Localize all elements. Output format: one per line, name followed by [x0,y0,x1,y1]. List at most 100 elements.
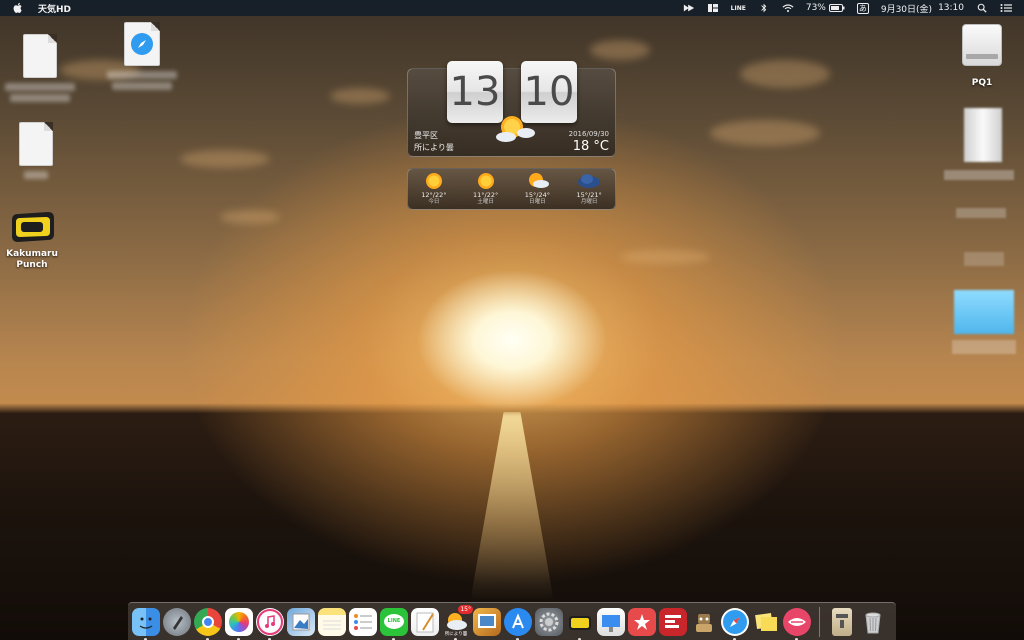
music-note-icon [257,608,283,635]
airmail-icon [788,617,806,626]
menu-bar: 天気HD LINE 73% あ 9月30日(金) 13:10 [0,0,1024,16]
dock-reminders[interactable] [349,607,377,636]
forecast-day: 11°/22° 土曜日 [460,169,512,209]
dock-stickies[interactable] [752,608,780,636]
cloud [740,60,830,88]
kakumaru-punch-icon [12,212,54,242]
drive-icon [962,24,1002,66]
apple-icon[interactable] [12,2,24,14]
blurred-label [956,208,1006,218]
forecast-day-label: 土曜日 [477,199,494,205]
bluetooth-icon[interactable] [758,3,770,13]
trash-icon [865,612,881,633]
compass-icon [723,609,747,634]
blurred-label [952,340,1016,354]
textedit-icon [416,612,434,632]
finder-icon [139,617,153,629]
partly-cloudy-icon [496,116,535,142]
forecast-day-label: 今日 [428,199,440,205]
menu-date[interactable]: 9月30日(金) [881,2,932,15]
photos-icon [229,611,249,632]
app-store-icon [512,612,524,628]
dock-finder[interactable] [132,607,160,640]
dock-chrome[interactable] [194,607,222,640]
dock-keynote[interactable] [597,607,625,636]
dock-trash[interactable] [859,608,887,636]
drive-label: PQ1 [971,78,993,88]
input-method-icon[interactable]: あ [856,2,869,14]
forecast-temp: 11°/22° [473,191,499,199]
slideshow-icon [478,613,496,628]
forecast-day: 15°/21° 月曜日 [563,169,615,209]
robot-icon [696,613,712,632]
dock: LINE 15° 所により曇 [128,602,896,640]
line-icon[interactable]: LINE [731,5,746,12]
cloudy-icon [578,174,601,188]
weather-clock-widget[interactable]: 13 10 豊平区 所により曇 2016/09/30 18 °C [407,61,616,157]
blurred-label [112,82,172,90]
safari-icon [131,33,153,55]
spotlight-icon[interactable] [976,3,988,13]
reminders-icon [354,613,372,630]
dock-notes[interactable] [318,607,346,636]
location-label: 豊平区 [414,131,438,140]
notification-center-icon[interactable] [1000,3,1012,13]
blurred-label [944,170,1014,180]
cloud [710,120,820,146]
dock-app-store[interactable] [504,607,532,640]
webloc-document-icon [124,22,160,66]
dock-line[interactable]: LINE [380,607,408,640]
notes-icon [323,620,341,629]
forecast-temp: 15°/24° [524,191,550,199]
wifi-icon[interactable] [782,3,794,13]
panels-icon[interactable] [707,3,719,13]
dock-automator[interactable] [690,608,718,636]
blurred-label [10,94,70,102]
blurred-folder-icon [954,290,1014,334]
forecast-temp: 12°/22° [421,191,447,199]
desktop-icon-document-1[interactable] [0,34,80,102]
dock-itunes[interactable] [256,607,284,640]
menu-time[interactable]: 13:10 [938,3,964,13]
forecast-widget[interactable]: 12°/22° 今日 11°/22° 土曜日 15°/24° 日曜日 15°/2… [407,168,616,210]
dock-airmail[interactable] [783,607,811,640]
dock-photos[interactable] [225,607,253,640]
dock-archive-utility[interactable] [832,607,852,636]
cloud [220,210,280,224]
stickies-icon [755,612,777,631]
dock-reeder[interactable] [628,607,656,636]
battery-icon[interactable] [828,4,845,12]
dock-weather-hd[interactable]: 15° 所により曇 [442,604,473,640]
document-icon [23,34,57,78]
rocket-icon [173,615,183,630]
blurred-label [24,171,48,179]
blurred-label [5,83,75,91]
kakumaru-punch-icon [569,615,591,630]
dock-pdf-tool[interactable] [659,607,687,636]
dock-kakumaru-punch[interactable] [566,608,594,640]
star-icon [634,613,650,630]
desktop-icon-kakumaru-punch[interactable]: Kakumaru Punch [0,210,72,271]
pdf-icon [665,614,681,628]
dock-safari[interactable] [721,607,749,640]
temperature-label: 18 °C [572,139,609,154]
temperature-badge: 15° [458,604,473,614]
dock-preview[interactable] [287,607,315,636]
dock-launchpad[interactable] [163,607,191,636]
kakumaru-punch-label: Kakumaru Punch [6,249,58,270]
document-icon [19,122,53,166]
cloud [620,250,710,264]
desktop-icon-drive-pq1[interactable]: PQ1 [942,24,1022,89]
app-menu-name[interactable]: 天気HD [38,2,71,15]
archive-icon [836,613,848,628]
desktop-icon-safari-webloc[interactable] [102,22,182,90]
hd-icon[interactable] [683,3,695,13]
desktop-icon-document-2[interactable] [0,122,76,179]
blurred-label [107,71,177,79]
dock-system-preferences[interactable] [535,607,563,636]
line-icon: LINE [384,613,404,629]
dock-textedit[interactable] [411,607,439,636]
dock-photo-slideshow[interactable] [473,607,501,636]
date-label: 2016/09/30 [568,130,609,138]
preview-icon [292,613,310,630]
